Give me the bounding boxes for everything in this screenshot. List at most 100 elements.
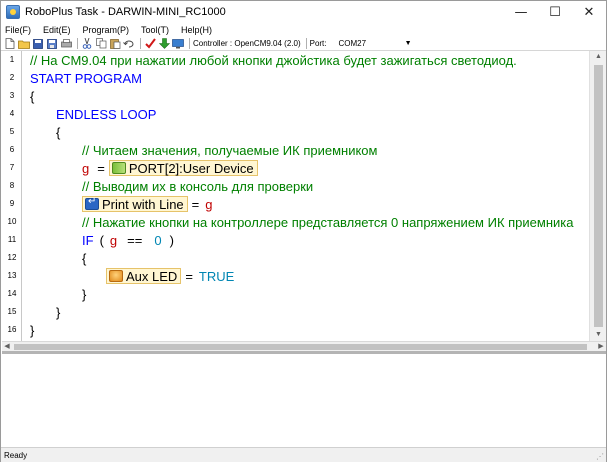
code-line-1[interactable]: // На CM9.04 при нажатии любой кнопки дж… [30,51,590,69]
scroll-down-icon[interactable]: ▼ [590,329,607,341]
save-as-icon[interactable] [46,38,58,49]
code-operator: = [191,196,200,212]
copy-icon[interactable] [95,38,107,49]
horizontal-scrollbar[interactable]: ◀ ▶ [2,341,606,351]
toolbar-separator [189,38,190,49]
code-variable-g: g [109,232,118,248]
code-line-12[interactable]: { [82,249,607,267]
line-number: 14 [7,289,17,298]
download-icon[interactable] [158,38,170,49]
code-paren-close: ) [169,232,174,248]
code-comment: // Выводим их в консоль для проверки [82,178,314,194]
app-window: RoboPlus Task - DARWIN-MINI_RC1000 — ☐ ✕… [0,0,607,462]
line-number: 2 [9,73,15,82]
code-line-13[interactable]: Aux LED = TRUE [102,267,607,285]
compile-check-icon[interactable] [144,38,156,49]
line-number: 3 [9,91,15,100]
block-label: Print with Line [102,196,184,212]
line-number: 6 [9,145,15,154]
close-button[interactable]: ✕ [572,1,606,23]
code-line-8[interactable]: // Выводим их в консоль для проверки [82,177,607,195]
maximize-button[interactable]: ☐ [538,1,572,23]
resize-grip-icon[interactable]: ⋰ [596,452,604,461]
port-label: Port: [309,39,327,48]
save-icon[interactable] [32,38,44,49]
undo-icon[interactable] [123,38,135,49]
menu-program[interactable]: Program(P) [83,25,130,35]
code-line-2[interactable]: START PROGRAM [30,69,590,87]
menu-tool[interactable]: Tool(T) [141,25,169,35]
menu-edit[interactable]: Edit(E) [43,25,71,35]
window-title: RoboPlus Task - DARWIN-MINI_RC1000 [25,6,226,18]
paste-icon[interactable] [109,38,121,49]
line-number: 13 [7,271,17,280]
code-comment: // На CM9.04 при нажатии любой кнопки дж… [30,52,517,68]
code-brace: } [82,286,87,302]
code-line-16[interactable]: } [30,321,590,339]
code-keyword-if: IF [82,232,94,248]
code-brace: { [30,88,35,104]
code-line-7[interactable]: g = PORT[2]:User Device [82,159,607,177]
code-line-3[interactable]: { [30,87,590,105]
code-line-6[interactable]: // Читаем значения, получаемые ИК приемн… [82,141,607,159]
line-number: 7 [9,163,15,172]
port-user-device-block[interactable]: PORT[2]:User Device [108,160,258,176]
line-number: 16 [7,325,17,334]
toolbar: Controller : OpenCM9.04 (2.0) Port: COM2… [1,37,606,51]
roboplus-app-icon [6,5,20,19]
code-keyword-start-program: START PROGRAM [30,70,142,86]
code-operator: = [185,268,193,284]
code-line-14[interactable]: } [82,285,607,303]
code-operator: = [97,160,105,176]
code-brace: { [82,250,87,266]
code-editor[interactable]: 1 2 3 4 5 6 7 8 9 10 11 12 13 14 15 16 /… [2,51,606,341]
code-line-11[interactable]: IF ( g == 0 ) [82,231,607,249]
menu-help[interactable]: Help(H) [181,25,212,35]
code-line-5[interactable]: { [56,123,607,141]
line-number: 15 [7,307,17,316]
code-number: 0 [154,232,162,248]
line-number: 11 [7,235,17,244]
code-line-15[interactable]: } [56,303,607,321]
scroll-up-icon[interactable]: ▲ [590,51,607,63]
toolbar-separator [305,38,307,49]
port-select[interactable]: COM27 ▼ [329,38,415,49]
monitor-icon[interactable] [172,38,184,49]
vertical-scroll-thumb[interactable] [594,65,603,327]
print-with-line-block[interactable]: Print with Line [82,196,188,212]
status-bar: Ready ⋰ [1,447,606,462]
menu-file[interactable]: File(F) [5,25,31,35]
line-number: 8 [9,181,15,190]
horizontal-scroll-thumb[interactable] [14,344,587,350]
aux-led-block[interactable]: Aux LED [106,268,182,284]
vertical-scrollbar[interactable]: ▲ ▼ [589,51,606,341]
controller-label: Controller : OpenCM9.04 (2.0) [193,39,301,48]
code-line-10[interactable]: // Нажатие кнопки на контроллере предста… [82,213,607,231]
block-label: PORT[2]:User Device [128,160,254,176]
line-number: 4 [9,109,15,118]
print-icon[interactable] [60,38,72,49]
code-variable-g: g [205,196,213,212]
minimize-button[interactable]: — [504,1,538,23]
code-line-9[interactable]: Print with Line = g [78,195,607,213]
led-icon [109,270,123,282]
code-brace: } [30,322,35,338]
code-brace: { [56,124,61,140]
code-operator-equals: == [127,232,143,248]
code-comment: // Читаем значения, получаемые ИК приемн… [82,142,378,158]
line-number: 9 [9,199,15,208]
code-line-4[interactable]: ENDLESS LOOP [56,105,607,123]
port-device-icon [111,162,126,174]
output-pane[interactable] [2,353,606,447]
line-number-gutter: 1 2 3 4 5 6 7 8 9 10 11 12 13 14 15 16 [2,51,22,341]
open-folder-icon[interactable] [18,38,30,49]
block-label: Aux LED [126,268,178,284]
new-file-icon[interactable] [4,38,16,49]
code-variable-g: g [82,160,90,176]
menu-bar: File(F) Edit(E) Program(P) Tool(T) Help(… [1,23,606,37]
cut-icon[interactable] [81,38,93,49]
line-number: 12 [7,253,17,262]
toolbar-separator [140,38,141,49]
code-paren-open: ( [99,232,104,248]
code-brace: } [56,304,61,320]
